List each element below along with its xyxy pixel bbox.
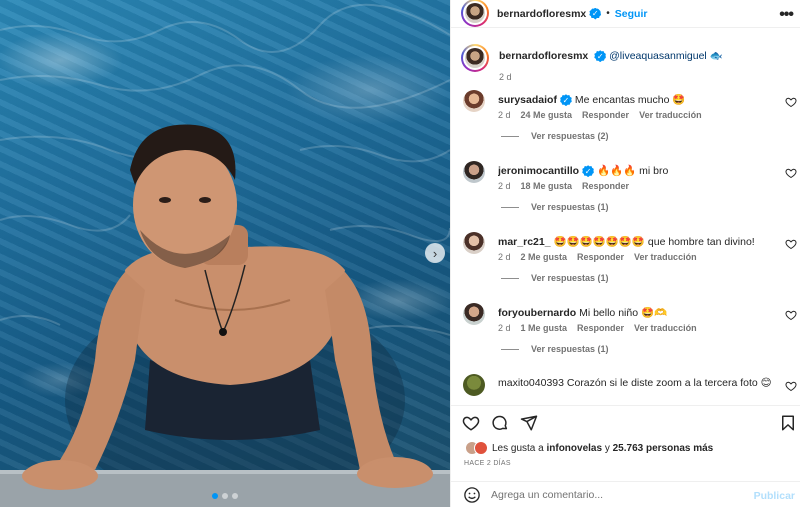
fish-emoji: 🐟 [709,50,723,62]
comment-avatar[interactable] [463,303,485,325]
carousel-dot [222,493,228,499]
comment-meta: 2 d 2 Me gusta Responder Ver traducción [498,252,697,262]
author-username[interactable]: bernardofloresmx [497,8,586,20]
comment-text: foryoubernardo Mi bello niño 🤩🫶 [498,306,771,319]
heart-icon[interactable] [785,309,797,321]
comment-body: Corazón si le diste zoom a la tercera fo… [566,377,771,389]
caption-username[interactable]: bernardofloresmx [499,50,588,62]
chevron-right-icon: › [432,245,438,261]
likes-middle: y [602,442,613,454]
action-bar [451,405,800,435]
comments-list[interactable]: bernardofloresmx ✓ @liveaquasanmiguel 🐟 … [451,36,800,400]
separator-dot: • [606,8,610,19]
comment-username[interactable]: foryoubernardo [498,307,576,319]
comment-likes[interactable]: 1 Me gusta [521,323,568,333]
comment-likes[interactable]: 24 Me gusta [521,110,573,120]
comment-time: 2 d [498,181,511,191]
comment-icon[interactable] [491,414,509,432]
heart-icon[interactable] [785,238,797,250]
comment-time: 2 d [498,110,511,120]
comment-item: foryoubernardo Mi bello niño 🤩🫶 2 d 1 Me… [451,301,800,372]
caption-meta: 2 d [499,72,723,82]
photo-illustration [0,3,450,507]
comment-input[interactable] [491,488,741,501]
reply-button[interactable]: Responder [582,181,629,191]
liker-avatar[interactable] [474,441,488,455]
verified-icon: ✓ [559,94,572,107]
comment-avatar[interactable] [463,90,485,112]
view-replies-button[interactable]: Ver respuestas (1) [501,202,609,212]
comment-time: 2 d [498,323,511,333]
comment-likes[interactable]: 2 Me gusta [521,252,568,262]
story-ring[interactable] [461,44,489,72]
translate-button[interactable]: Ver traducción [634,323,697,333]
translate-button[interactable]: Ver traducción [634,252,697,262]
comment-username[interactable]: maxito040393 [498,377,564,389]
heart-icon[interactable] [785,167,797,179]
bookmark-icon[interactable] [779,414,797,432]
comment-time: 2 d [498,252,511,262]
author-avatar[interactable] [465,2,485,23]
view-replies-button[interactable]: Ver respuestas (1) [501,273,609,283]
comment-body: 🔥🔥🔥 mi bro [597,165,669,177]
likes-prefix: Les gusta a [492,442,547,454]
caption-mention[interactable]: @liveaquasanmiguel [609,50,707,62]
view-replies-button[interactable]: Ver respuestas (1) [501,344,609,354]
verified-icon: ✓ [594,50,607,63]
comment-meta: 2 d 18 Me gusta Responder [498,181,629,191]
likes-count[interactable]: 25.763 personas más [613,443,714,454]
likes-user[interactable]: infonovelas [546,443,602,454]
comment-username[interactable]: surysadaiof [498,94,557,106]
posted-time: HACE 2 DÍAS [464,460,511,467]
comment-text: mar_rc21_ 🤩🤩🤩🤩🤩🤩🤩 que hombre tan divino! [498,235,771,248]
comment-body: 🤩🤩🤩🤩🤩🤩🤩 que hombre tan divino! [553,236,755,248]
paper-plane-icon[interactable] [520,414,538,432]
comment-composer: Publicar [451,481,800,507]
heart-icon[interactable] [462,414,480,432]
reply-button[interactable]: Responder [577,252,624,262]
reply-button[interactable]: Responder [577,323,624,333]
carousel-dot [212,493,218,499]
verified-icon: ✓ [582,165,595,178]
comment-meta: 2 d 1 Me gusta Responder Ver traducción [498,323,697,333]
heart-icon[interactable] [785,380,797,392]
comment-avatar[interactable] [463,374,485,396]
follow-button[interactable]: Seguir [615,8,648,20]
carousel-dots [0,493,450,499]
post-photo[interactable]: › [0,0,450,507]
comment-avatar[interactable] [463,161,485,183]
comment-body: Me encantas mucho 🤩 [574,94,686,106]
comment-avatar[interactable] [463,232,485,254]
comment-meta: 2 d 24 Me gusta Responder Ver traducción [498,110,702,120]
comment-item: jeronimocantillo ✓ 🔥🔥🔥 mi bro 2 d 18 Me g… [451,159,800,230]
comment-item: surysadaiof ✓ Me encantas mucho 🤩 2 d 24 … [451,88,800,159]
post-panel: bernardofloresmx ✓ • Seguir ••• bernardo… [450,0,800,507]
comment-item: maxito040393 Corazón si le diste zoom a … [451,372,800,400]
comment-text: maxito040393 Corazón si le diste zoom a … [498,377,771,389]
caption-time: 2 d [499,72,512,82]
translate-button[interactable]: Ver traducción [639,110,702,120]
heart-icon[interactable] [785,96,797,108]
publish-button[interactable]: Publicar [754,490,795,502]
post-header: bernardofloresmx ✓ • Seguir ••• [451,0,800,28]
post-caption: bernardofloresmx ✓ @liveaquasanmiguel 🐟 … [451,36,800,82]
comment-body: Mi bello niño 🤩🫶 [579,307,668,319]
smiley-icon[interactable] [463,486,481,504]
carousel-next-button[interactable]: › [425,243,445,263]
comment-username[interactable]: mar_rc21_ [498,236,551,248]
more-options-icon[interactable]: ••• [779,6,794,24]
comment-text: jeronimocantillo ✓ 🔥🔥🔥 mi bro [498,164,771,178]
comment-likes[interactable]: 18 Me gusta [521,181,573,191]
story-ring[interactable] [461,0,489,27]
verified-icon: ✓ [589,7,602,20]
carousel-dot [232,493,238,499]
likes-summary: Les gusta a infonovelas y 25.763 persona… [465,441,713,455]
view-replies-button[interactable]: Ver respuestas (2) [501,131,609,141]
comment-text: surysadaiof ✓ Me encantas mucho 🤩 [498,93,771,107]
reply-button[interactable]: Responder [582,110,629,120]
likes-text: Les gusta a infonovelas y 25.763 persona… [492,443,713,454]
caption-avatar[interactable] [465,48,485,68]
comment-username[interactable]: jeronimocantillo [498,165,579,177]
comment-item: mar_rc21_ 🤩🤩🤩🤩🤩🤩🤩 que hombre tan divino!… [451,230,800,301]
